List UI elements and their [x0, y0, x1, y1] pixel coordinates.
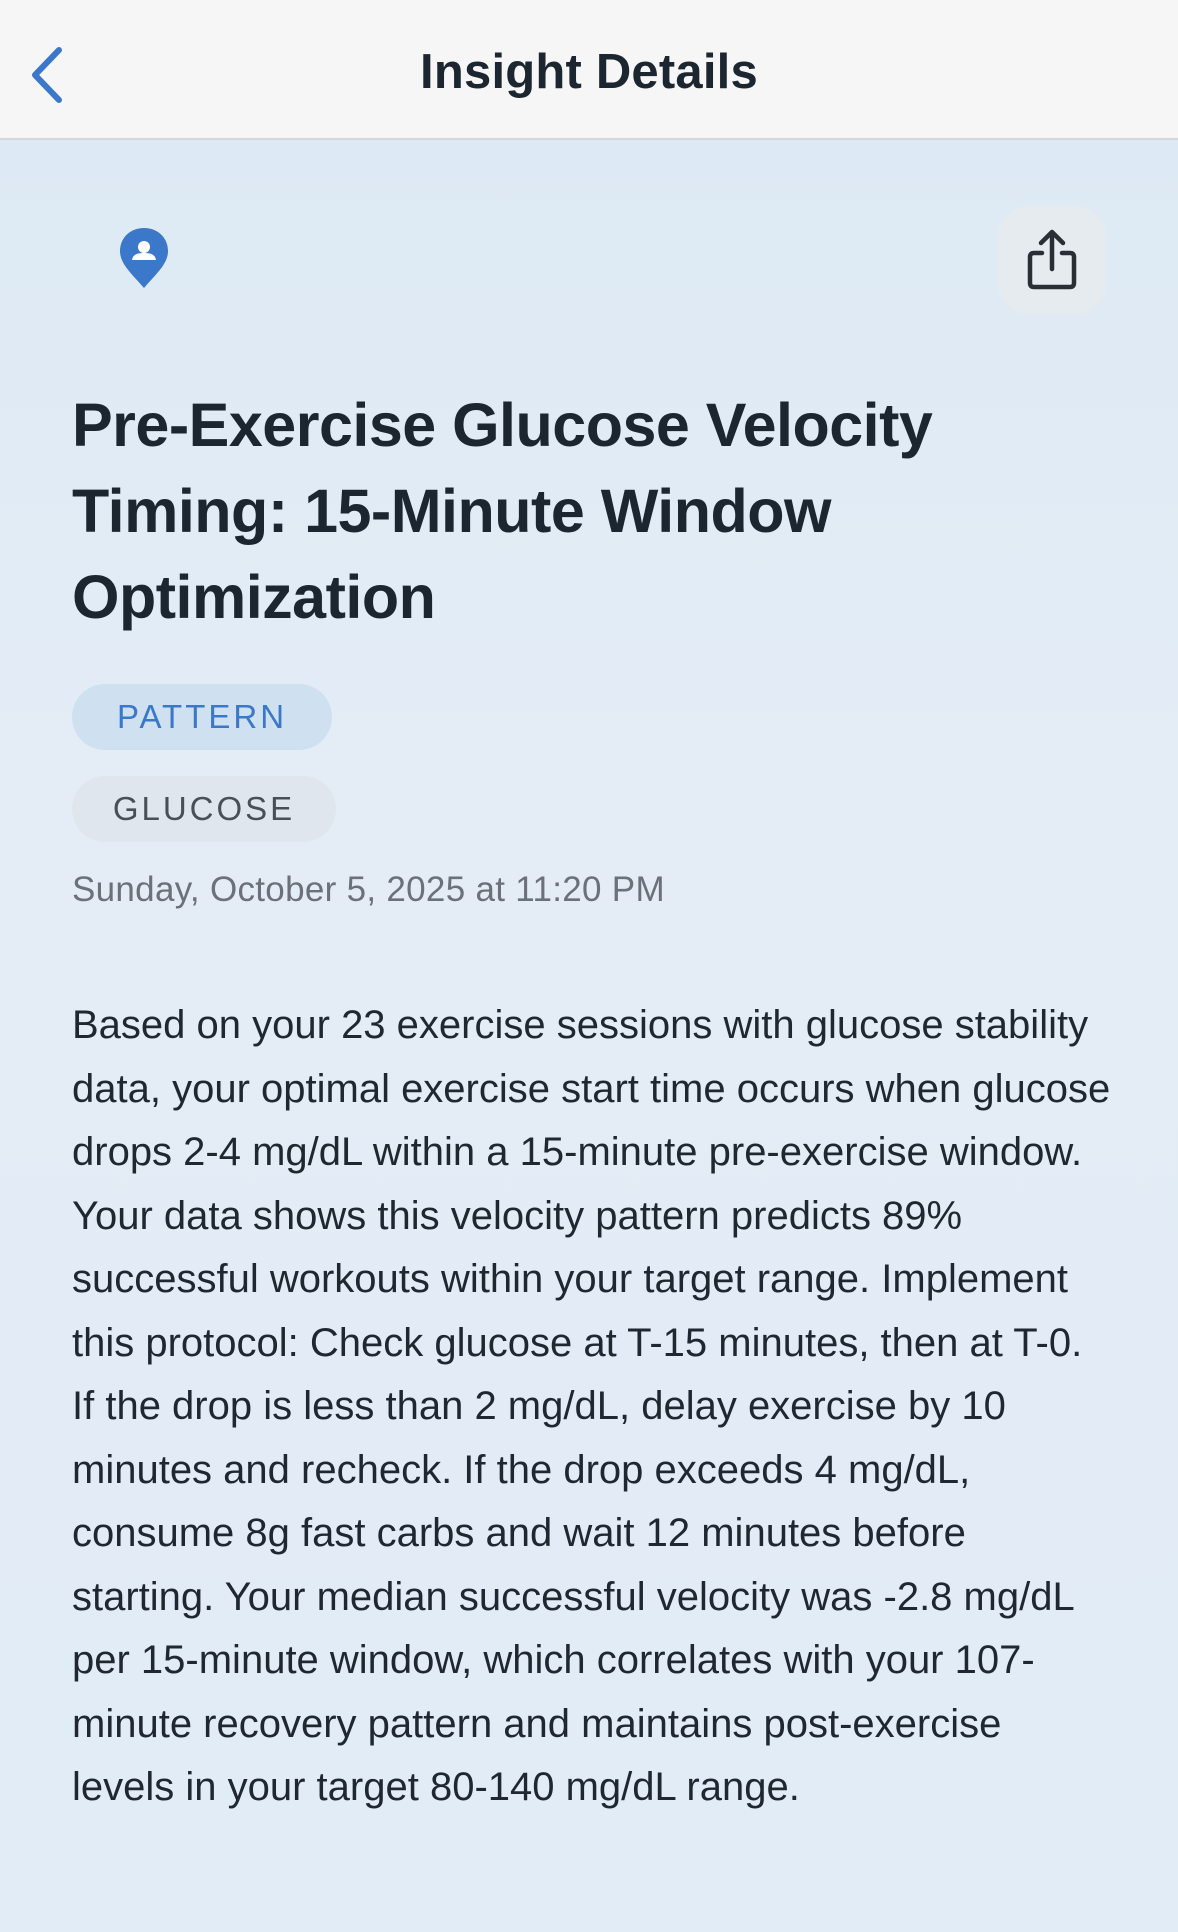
share-button[interactable] [998, 206, 1106, 314]
insight-body: Based on your 23 exercise sessions with … [72, 1003, 1111, 1809]
insight-title: Pre-Exercise Glucose Velocity Timing: 15… [72, 391, 933, 631]
share-icon [1027, 229, 1077, 290]
tag-glucose: GLUCOSE [72, 776, 336, 842]
tag-pattern: PATTERN [72, 684, 332, 750]
insight-date: Sunday, October 5, 2025 at 11:20 PM [72, 870, 665, 909]
navigation-bar: Insight Details [0, 0, 1178, 140]
location-pin-icon [120, 228, 168, 288]
nav-title: Insight Details [420, 45, 758, 99]
